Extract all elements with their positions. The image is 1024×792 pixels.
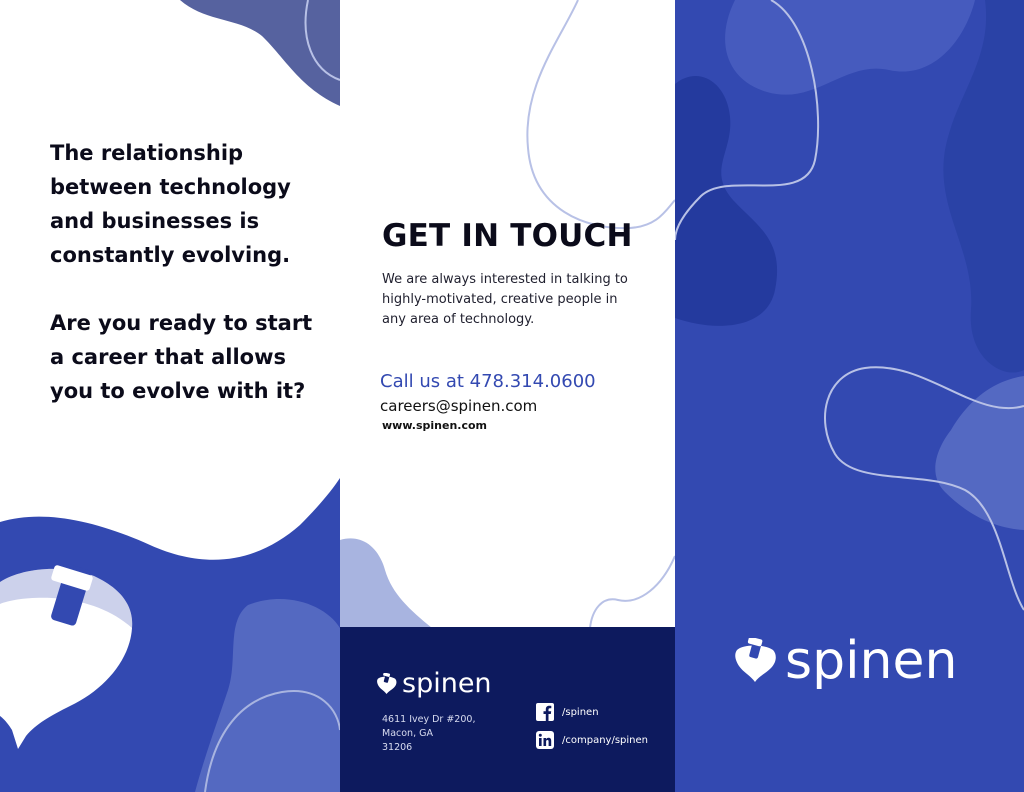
get-in-touch-heading: GET IN TOUCH [382,218,633,254]
right-dark-blob [943,0,1024,373]
top-light-blob [725,0,975,95]
address-line: 31206 [382,742,413,753]
email-link[interactable]: careers@spinen.com [380,397,537,415]
right-light-blob [935,376,1024,530]
footer-logo: spinen [376,669,492,699]
bottom-curve [589,555,675,629]
address-line: Macon, GA [382,728,433,739]
back-cover-brand-wordmark: spinen [785,631,958,691]
left-panel: The relationship between technology and … [0,0,340,792]
linkedin-handle: /company/spinen [562,734,648,746]
left-dark-blob [675,76,778,326]
linkedin-icon [536,731,554,749]
address: 4611 Ivey Dr #200, Macon, GA 31206 [382,713,492,755]
back-cover-panel: spinen [675,0,1024,792]
linkedin-link[interactable]: /company/spinen [536,731,648,749]
facebook-icon [536,703,554,721]
brochure: The relationship between technology and … [0,0,1024,792]
facebook-link[interactable]: /spinen [536,703,599,721]
footer-brand-wordmark: spinen [402,668,492,699]
address-line: 4611 Ivey Dr #200, [382,714,476,725]
contact-description: We are always interested in talking to h… [382,272,628,327]
website-link[interactable]: www.spinen.com [382,419,487,432]
facebook-handle: /spinen [562,706,599,718]
middle-panel: GET IN TOUCH We are always interested in… [340,0,675,792]
top-blob [180,0,340,106]
intro-question: Are you ready to start a career that all… [50,311,313,403]
intro-statement: The relationship between technology and … [50,141,291,267]
spinen-top-logo-icon [377,673,397,695]
phone-line[interactable]: Call us at 478.314.0600 [380,371,596,392]
top-curve [526,0,675,230]
back-cover-logo: spinen [733,632,957,690]
contact-footer: spinen 4611 Ivey Dr #200, Macon, GA 3120… [340,627,675,792]
spinen-top-logo-icon [735,638,776,682]
blue-blob [340,538,432,628]
